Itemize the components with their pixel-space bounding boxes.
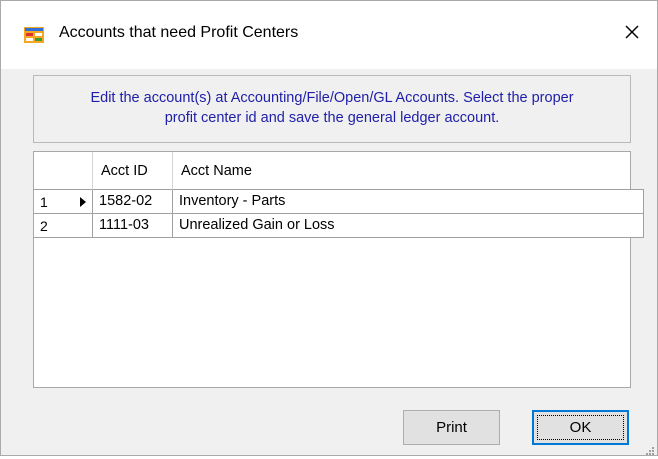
title-bar[interactable]: Accounts that need Profit Centers: [1, 1, 657, 69]
current-row-arrow-icon: [80, 197, 86, 207]
dialog-window: Accounts that need Profit Centers Edit t…: [0, 0, 658, 456]
focus-rect: [537, 415, 624, 440]
instruction-line-1: Edit the account(s) at Accounting/File/O…: [90, 90, 574, 106]
cell-acct-id[interactable]: 1111-03: [93, 214, 173, 238]
cell-acct-id[interactable]: 1582-02: [93, 190, 173, 214]
instruction-line-2: profit center id and save the general le…: [164, 110, 500, 126]
grid-header: Acct ID Acct Name: [34, 152, 644, 190]
resize-grip-icon[interactable]: [644, 442, 654, 455]
close-button[interactable]: [609, 13, 655, 55]
instruction-message: Edit the account(s) at Accounting/File/O…: [33, 75, 631, 143]
row-header[interactable]: 2: [34, 214, 93, 238]
row-number: 2: [40, 218, 48, 234]
close-icon: [624, 24, 640, 44]
print-button[interactable]: Print: [403, 410, 500, 445]
column-header-acct-id[interactable]: Acct ID: [93, 152, 173, 190]
row-number: 1: [40, 194, 48, 210]
window-title: Accounts that need Profit Centers: [59, 24, 299, 41]
table-row[interactable]: 2 1111-03 Unrealized Gain or Loss: [34, 214, 644, 238]
accounts-grid[interactable]: Acct ID Acct Name 1 1582-02 Inventory - …: [33, 151, 644, 388]
print-button-label: Print: [436, 419, 467, 436]
row-header[interactable]: 1: [34, 190, 93, 214]
cell-acct-name[interactable]: Unrealized Gain or Loss: [173, 214, 644, 238]
grid-corner-cell[interactable]: [34, 152, 93, 190]
table-row[interactable]: 1 1582-02 Inventory - Parts: [34, 190, 644, 214]
form-icon: [24, 27, 44, 43]
ok-button[interactable]: OK: [532, 410, 629, 445]
column-header-acct-name[interactable]: Acct Name: [173, 152, 644, 190]
cell-acct-name[interactable]: Inventory - Parts: [173, 190, 644, 214]
